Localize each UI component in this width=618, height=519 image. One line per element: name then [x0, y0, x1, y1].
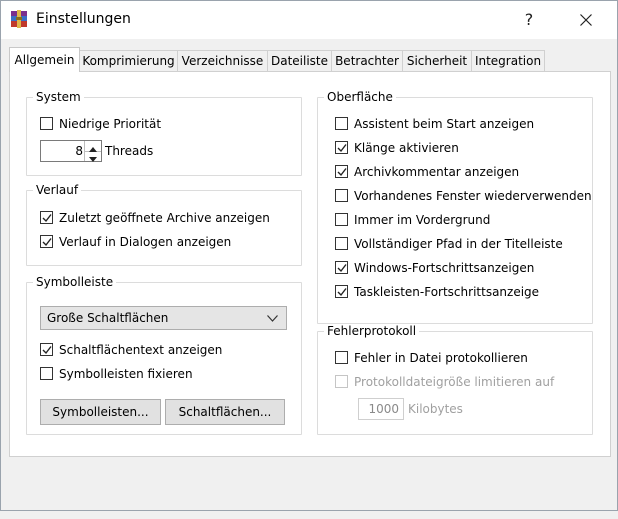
checkbox-limit-log-size[interactable]: Protokolldateigröße limitieren auf: [335, 373, 587, 391]
checkbox-label: Protokolldateigröße limitieren auf: [354, 375, 555, 389]
group-interface: Oberfläche Assistent beim Start anzeigen…: [317, 90, 593, 324]
close-icon: [580, 14, 592, 26]
checkbox-box[interactable]: [335, 285, 348, 298]
spinner-buttons: [84, 141, 101, 162]
winrar-icon: [10, 10, 28, 28]
tab-panel-allgemein: System Niedrige Priorität 8 Threads Verl…: [9, 71, 611, 457]
checkmark-icon: [337, 264, 347, 273]
checkbox-label: Klänge aktivieren: [354, 141, 459, 155]
checkmark-icon: [337, 288, 347, 297]
group-system: System Niedrige Priorität 8 Threads: [26, 90, 302, 176]
checkbox-wizard[interactable]: Assistent beim Start anzeigen: [335, 115, 587, 133]
tab-allgemein[interactable]: Allgemein: [9, 47, 80, 72]
checkbox-box[interactable]: [335, 213, 348, 226]
tab-komprimierung[interactable]: Komprimierung: [79, 50, 178, 71]
checkbox-label: Windows-Fortschrittsanzeigen: [354, 261, 535, 275]
group-toolbar: Symbolleiste Große Schaltflächen Schaltf…: [26, 275, 302, 435]
tab-dateiliste[interactable]: Dateiliste: [267, 50, 332, 71]
checkbox-label: Niedrige Priorität: [59, 117, 162, 131]
spin-down-button[interactable]: [85, 151, 101, 162]
checkbox-box[interactable]: [40, 343, 53, 356]
checkbox-full-path[interactable]: Vollständiger Pfad in der Titelleiste: [335, 235, 587, 253]
checkbox-archive-comment[interactable]: Archivkommentar anzeigen: [335, 163, 587, 181]
checkbox-label: Assistent beim Start anzeigen: [354, 117, 535, 131]
checkbox-reuse-window[interactable]: Vorhandenes Fenster wiederverwenden: [335, 187, 592, 205]
threads-label: Threads: [105, 144, 154, 158]
checkbox-label: Taskleisten-Fortschrittsanzeige: [354, 285, 540, 299]
checkbox-lock-toolbars[interactable]: Symbolleisten fixieren: [40, 365, 290, 383]
checkbox-recent-archives[interactable]: Zuletzt geöffnete Archive anzeigen: [40, 209, 295, 227]
checkmark-icon: [42, 346, 52, 355]
tab-integration[interactable]: Integration: [471, 50, 545, 71]
checkbox-label: Immer im Vordergrund: [354, 213, 491, 227]
group-title-error-log: Fehlerprotokoll: [324, 324, 420, 338]
checkbox-label: Archivkommentar anzeigen: [354, 165, 520, 179]
checkbox-sounds[interactable]: Klänge aktivieren: [335, 139, 587, 157]
buttons-button[interactable]: Schaltflächen...: [165, 399, 285, 425]
checkbox-always-on-top[interactable]: Immer im Vordergrund: [335, 211, 587, 229]
checkbox-label: Symbolleisten fixieren: [59, 367, 193, 381]
threads-value[interactable]: 8: [75, 141, 83, 161]
checkbox-box[interactable]: [335, 351, 348, 364]
checkbox-box[interactable]: [40, 211, 53, 224]
checkbox-log-errors[interactable]: Fehler in Datei protokollieren: [335, 349, 587, 367]
window-title: Einstellungen: [36, 11, 131, 27]
checkmark-icon: [42, 214, 52, 223]
checkbox-label: Zuletzt geöffnete Archive anzeigen: [59, 211, 270, 225]
close-button[interactable]: [557, 1, 615, 39]
checkbox-windows-progress[interactable]: Windows-Fortschrittsanzeigen: [335, 259, 587, 277]
checkbox-box[interactable]: [40, 367, 53, 380]
group-title-history: Verlauf: [33, 183, 82, 197]
checkbox-box[interactable]: [40, 117, 53, 130]
threads-spinner[interactable]: 8: [40, 140, 102, 162]
toolbar-size-select[interactable]: Große Schaltflächen: [40, 306, 287, 330]
checkbox-box[interactable]: [335, 261, 348, 274]
checkbox-box[interactable]: [40, 235, 53, 248]
group-error-log: Fehlerprotokoll Fehler in Datei protokol…: [317, 324, 593, 435]
checkmark-icon: [42, 238, 52, 247]
title-bar: Einstellungen ?: [1, 1, 617, 39]
group-title-toolbar: Symbolleiste: [33, 275, 117, 289]
checkbox-box[interactable]: [335, 189, 348, 202]
checkmark-icon: [337, 144, 347, 153]
group-title-system: System: [33, 90, 84, 104]
checkbox-box[interactable]: [335, 375, 348, 388]
tab-sicherheit[interactable]: Sicherheit: [402, 50, 472, 71]
checkmark-icon: [337, 168, 347, 177]
group-history: Verlauf Zuletzt geöffnete Archive anzeig…: [26, 183, 302, 266]
settings-window: Einstellungen ? Allgemein Komprimierung …: [0, 0, 618, 511]
tab-betrachter[interactable]: Betrachter: [331, 50, 403, 71]
checkbox-box[interactable]: [335, 141, 348, 154]
checkbox-button-text[interactable]: Schaltflächentext anzeigen: [40, 341, 290, 359]
checkbox-history-dialogs[interactable]: Verlauf in Dialogen anzeigen: [40, 233, 295, 251]
checkbox-box[interactable]: [335, 237, 348, 250]
arrow-down-icon: [89, 157, 97, 162]
checkbox-low-priority[interactable]: Niedrige Priorität: [40, 115, 290, 133]
log-size-unit: Kilobytes: [408, 402, 463, 416]
checkbox-label: Vorhandenes Fenster wiederverwenden: [354, 189, 592, 203]
checkbox-label: Verlauf in Dialogen anzeigen: [59, 235, 232, 249]
checkbox-label: Fehler in Datei protokollieren: [354, 351, 528, 365]
checkbox-box[interactable]: [335, 117, 348, 130]
tab-verzeichnisse[interactable]: Verzeichnisse: [177, 50, 268, 71]
help-button[interactable]: ?: [501, 1, 557, 39]
select-value: Große Schaltflächen: [47, 311, 169, 325]
checkbox-label: Schaltflächentext anzeigen: [59, 343, 223, 357]
checkbox-taskbar-progress[interactable]: Taskleisten-Fortschrittsanzeige: [335, 283, 587, 301]
toolbars-button[interactable]: Symbolleisten...: [40, 399, 161, 425]
checkbox-label: Vollständiger Pfad in der Titelleiste: [354, 237, 563, 251]
chevron-down-icon: [267, 315, 278, 322]
log-size-field[interactable]: 1000: [358, 398, 404, 420]
group-title-interface: Oberfläche: [324, 90, 396, 104]
checkbox-box[interactable]: [335, 165, 348, 178]
